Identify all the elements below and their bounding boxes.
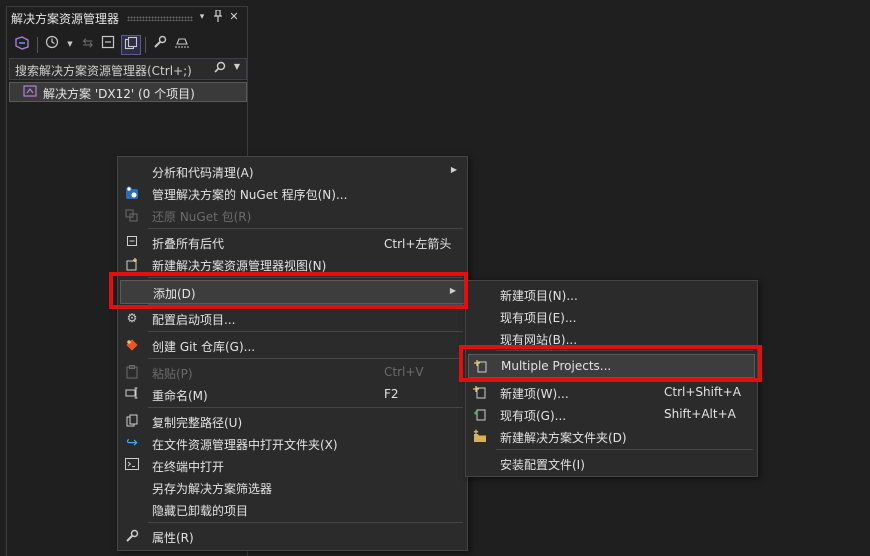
new-view-icon: [124, 257, 140, 271]
collapse-all-icon[interactable]: [99, 35, 117, 53]
panel-toolbar: ▼ ⇆: [7, 30, 247, 58]
menu-item-configure-startup[interactable]: ⚙ 配置启动项目...: [120, 307, 465, 329]
menu-item-hide-unloaded-projects[interactable]: 隐藏已卸载的项目: [120, 498, 465, 520]
auto-hide-pin-icon[interactable]: [211, 9, 225, 24]
menu-separator: [148, 228, 463, 229]
wrench-icon: [124, 529, 140, 543]
submenu-item-install-config-file[interactable]: 安装配置文件(I): [468, 452, 755, 474]
menu-item-open-in-terminal[interactable]: 在终端中打开: [120, 454, 465, 476]
open-folder-arrow-icon: ↪: [126, 435, 138, 451]
close-icon[interactable]: ✕: [227, 10, 241, 24]
menu-separator: [148, 331, 463, 332]
menu-item-properties[interactable]: 属性(R): [120, 525, 465, 547]
search-placeholder: 搜索解决方案资源管理器(Ctrl+;): [15, 64, 192, 78]
submenu-arrow-icon: ▶: [450, 165, 457, 174]
menu-separator: [148, 522, 463, 523]
highlight-box-multiple-projects: [459, 345, 762, 382]
search-options-dropdown-icon[interactable]: ▼: [234, 62, 240, 71]
menu-item-open-in-file-explorer[interactable]: ↪ 在文件资源管理器中打开文件夹(X): [120, 432, 465, 454]
history-icon[interactable]: [43, 35, 61, 53]
window-position-dropdown-icon[interactable]: ▾: [195, 10, 209, 24]
menu-item-paste[interactable]: 粘贴(P) Ctrl+V: [120, 361, 465, 383]
show-all-files-icon[interactable]: [121, 35, 141, 55]
search-input[interactable]: 搜索解决方案资源管理器(Ctrl+;) ▼: [9, 58, 247, 80]
panel-titlebar: 解决方案资源管理器 ▾ ✕: [7, 6, 247, 29]
menu-separator: [148, 407, 463, 408]
menu-item-save-as-filter[interactable]: 另存为解决方案筛选器: [120, 476, 465, 498]
solution-icon: [23, 85, 37, 97]
preview-selected-items-icon[interactable]: [173, 35, 191, 53]
toolbar-separator: [37, 37, 38, 53]
properties-wrench-icon[interactable]: [151, 35, 169, 53]
submenu-item-existing-project[interactable]: 现有项目(E)...: [468, 305, 755, 327]
history-dropdown-icon[interactable]: ▼: [61, 35, 79, 53]
drag-grip[interactable]: [127, 16, 193, 21]
menu-item-restore-nuget[interactable]: 还原 NuGet 包(R): [120, 204, 465, 226]
menu-item-manage-nuget[interactable]: 管理解决方案的 NuGet 程序包(N)...: [120, 182, 465, 204]
menu-separator: [496, 449, 753, 450]
copy-icon: [124, 414, 140, 428]
solution-tree-item[interactable]: 解决方案 'DX12' (0 个项目): [9, 82, 247, 102]
menu-separator: [148, 358, 463, 359]
vs-switch-views-icon[interactable]: [13, 35, 31, 53]
paste-icon: [124, 365, 140, 379]
submenu-item-new-solution-folder[interactable]: 新建解决方案文件夹(D): [468, 425, 755, 447]
solution-label: 解决方案 'DX12' (0 个项目): [43, 87, 195, 101]
submenu-item-existing-item[interactable]: 现有项(G)... Shift+Alt+A: [468, 403, 755, 425]
new-folder-icon: [472, 429, 488, 443]
rename-icon: [124, 387, 140, 401]
existing-item-icon: [472, 407, 488, 421]
search-icon[interactable]: [214, 61, 226, 76]
menu-item-analyze-code-cleanup[interactable]: 分析和代码清理(A) ▶: [120, 160, 465, 182]
panel-title: 解决方案资源管理器: [11, 12, 120, 26]
menu-item-create-git-repo[interactable]: 创建 Git 仓库(G)...: [120, 334, 465, 356]
solution-context-menu: 分析和代码清理(A) ▶ 管理解决方案的 NuGet 程序包(N)... 还原 …: [117, 156, 468, 551]
sync-with-active-document-icon[interactable]: ⇆: [79, 35, 97, 53]
toolbar-separator: [145, 37, 146, 53]
new-item-icon: [472, 385, 488, 399]
menu-item-collapse-all[interactable]: 折叠所有后代 Ctrl+左箭头: [120, 231, 465, 253]
git-icon: [124, 338, 140, 352]
menu-item-rename[interactable]: 重命名(M) F2: [120, 383, 465, 405]
submenu-item-new-item[interactable]: 新建项(W)... Ctrl+Shift+A: [468, 381, 755, 403]
menu-item-copy-full-path[interactable]: 复制完整路径(U): [120, 410, 465, 432]
nuget-icon: [124, 186, 140, 200]
collapse-all-icon: [124, 235, 140, 249]
highlight-box-add: [109, 272, 468, 309]
submenu-item-new-project[interactable]: 新建项目(N)...: [468, 283, 755, 305]
terminal-icon: [124, 458, 140, 472]
restore-packages-icon: [124, 208, 140, 222]
gear-icon: ⚙: [126, 311, 138, 325]
